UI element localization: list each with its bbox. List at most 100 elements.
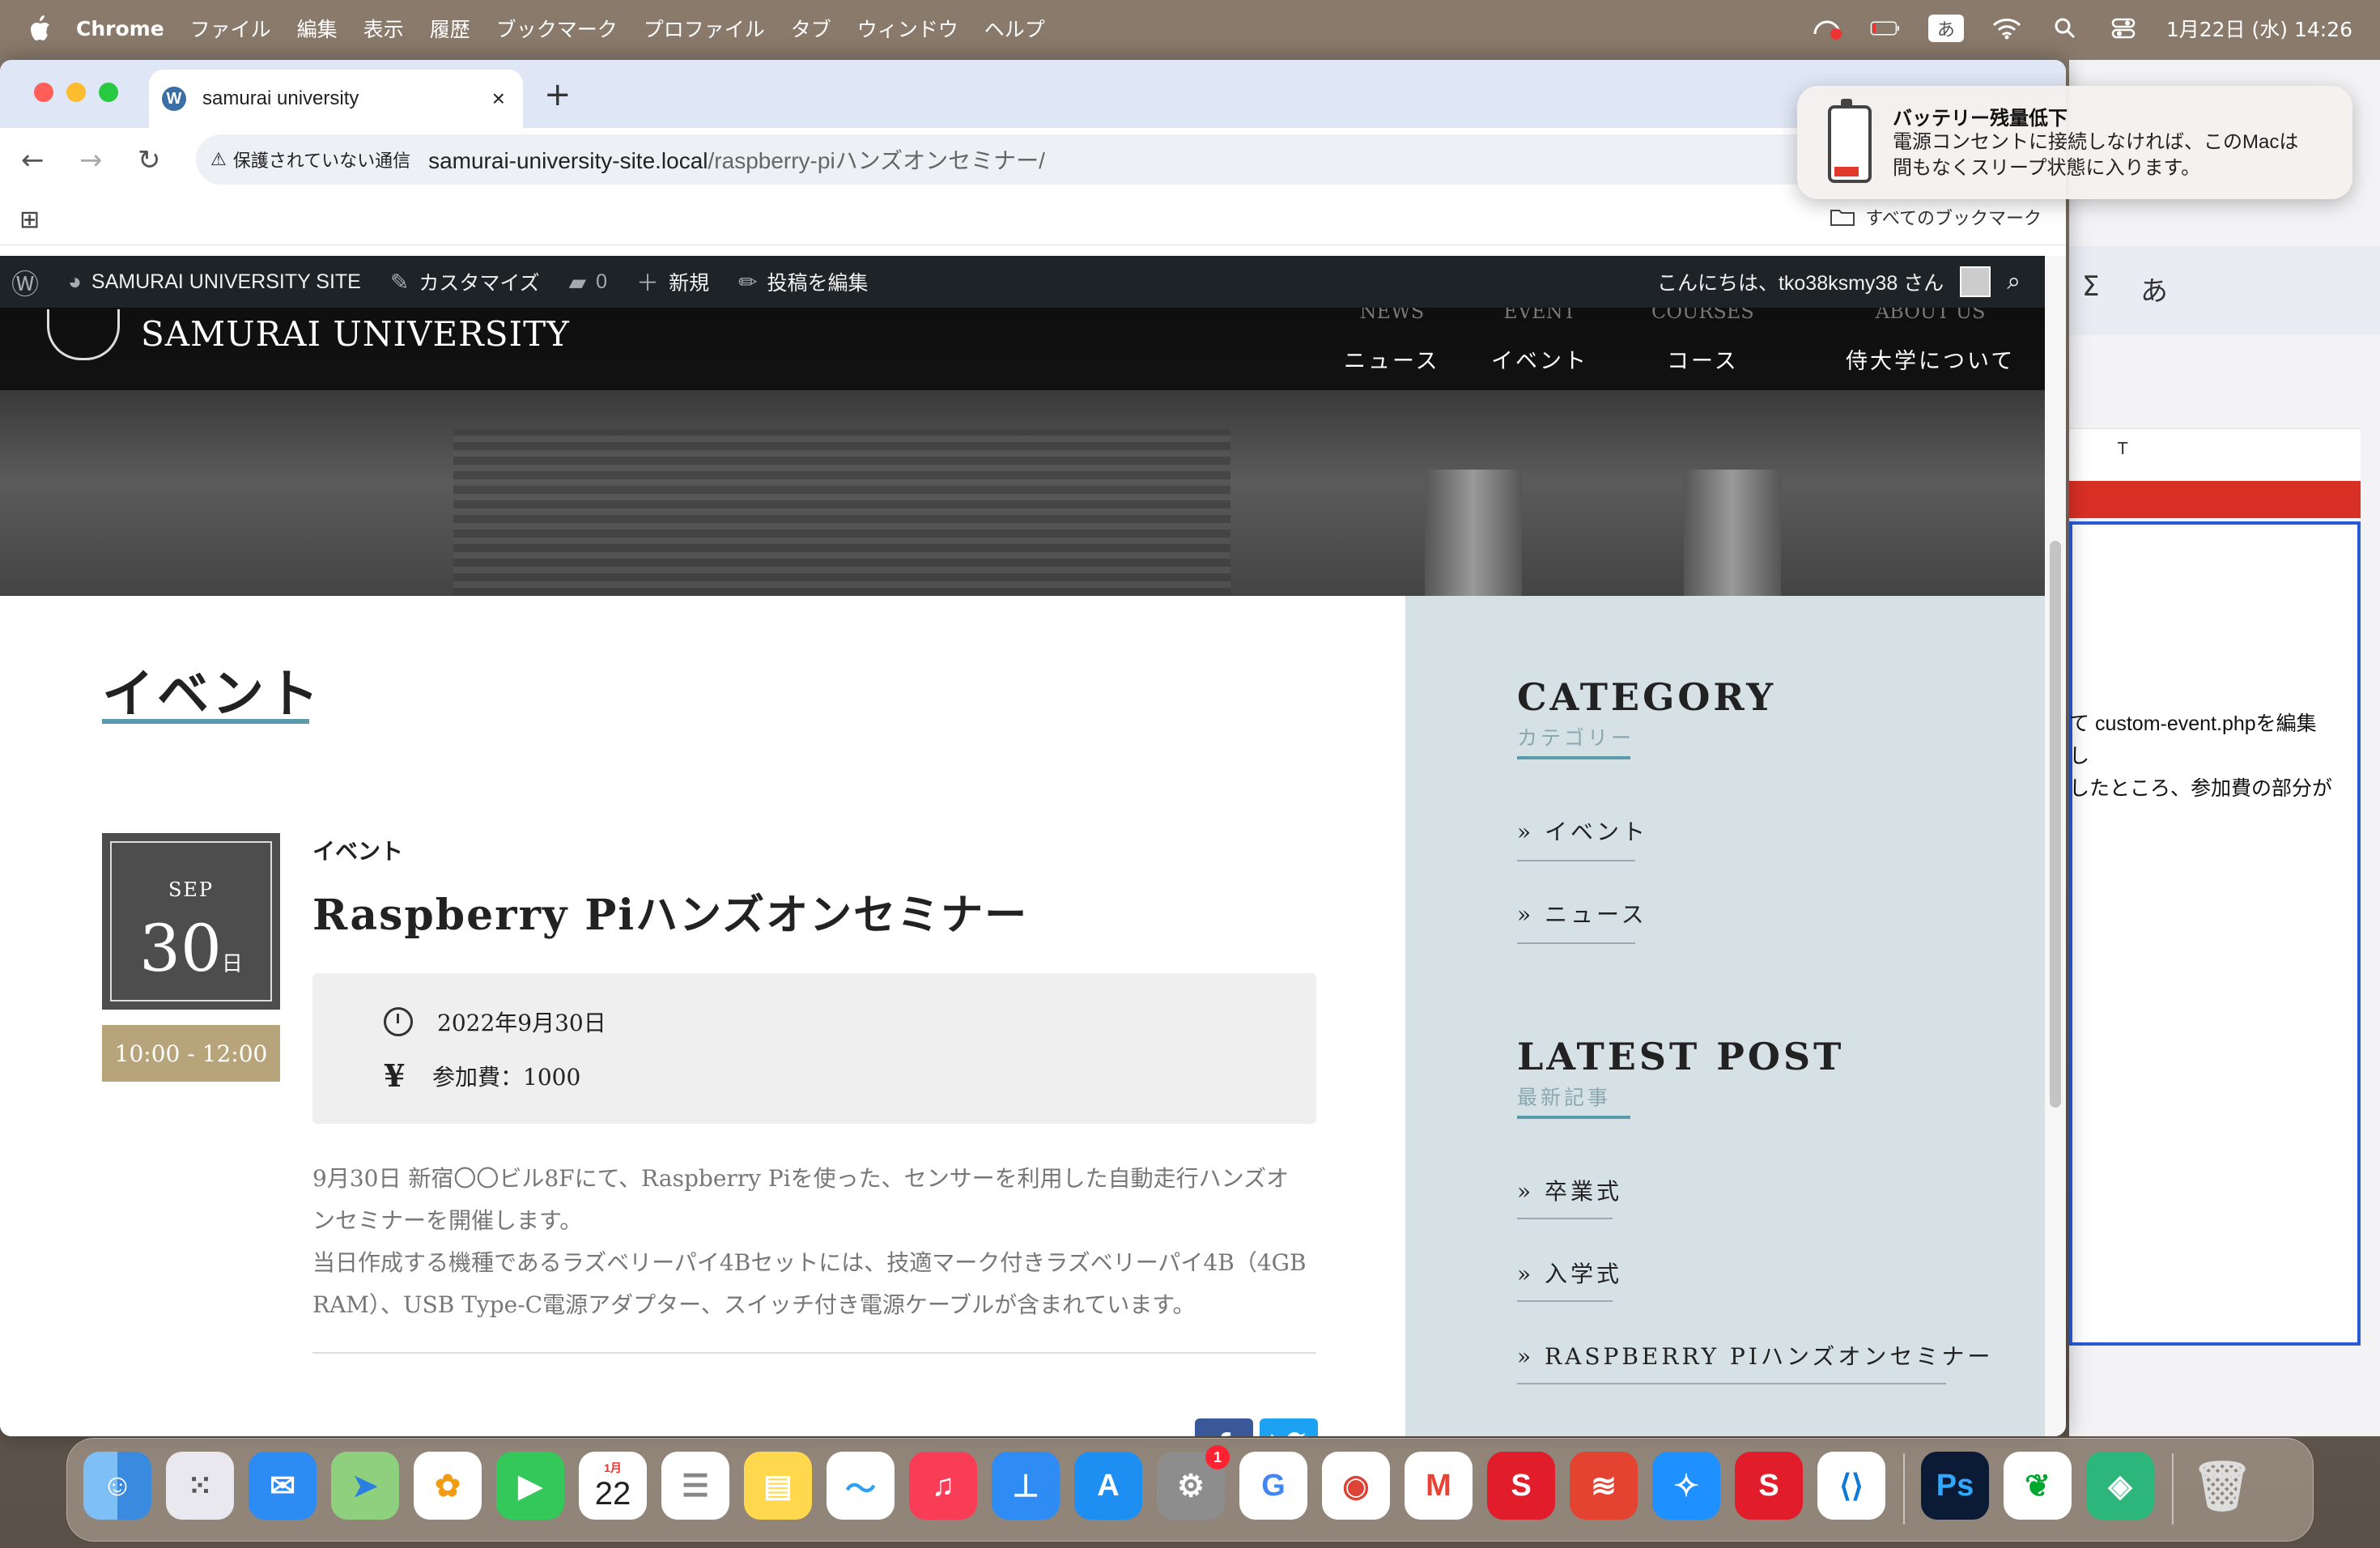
wp-customize[interactable]: ✎ カスタマイズ xyxy=(390,267,540,296)
selected-cell[interactable] xyxy=(2069,521,2361,1346)
app-icon[interactable]: ◈ xyxy=(2086,1452,2154,1520)
dock-divider xyxy=(1903,1453,1905,1525)
close-window-button[interactable] xyxy=(34,83,53,102)
event-category[interactable]: イベント xyxy=(312,834,403,866)
wp-comments[interactable]: ▰ 0 xyxy=(569,269,607,296)
wp-site-name[interactable]: ◕ SAMURAI UNIVERSITY SITE xyxy=(68,269,361,295)
category-link-event[interactable]: » イベント xyxy=(1517,814,1648,847)
sum-icon[interactable]: Σ xyxy=(2082,270,2099,303)
menu-clock[interactable]: 1月22日 (水) 14:26 xyxy=(2166,14,2352,43)
menu-app-name[interactable]: Chrome xyxy=(76,17,164,40)
page-scrollbar[interactable] xyxy=(2045,256,2066,1436)
page-viewport: Ⓦ ◕ SAMURAI UNIVERSITY SITE ✎ カスタマイズ ▰ 0 ＋新… xyxy=(0,256,2045,1436)
facebook-share-icon[interactable]: f xyxy=(1195,1418,1253,1436)
category-link-news[interactable]: » ニュース xyxy=(1517,897,1647,929)
wp-new[interactable]: ＋ 新規 xyxy=(636,266,709,298)
menu-help[interactable]: ヘルプ xyxy=(984,14,1045,43)
calendar-icon[interactable]: 1月 22 xyxy=(579,1452,647,1520)
wp-site-label: SAMURAI UNIVERSITY SITE xyxy=(91,270,361,293)
reload-button[interactable]: ↻ xyxy=(138,144,161,176)
app-icon[interactable]: S xyxy=(1735,1452,1803,1520)
address-bar[interactable]: ⚠ 保護されていない通信 samurai-university-site.loc… xyxy=(196,134,1823,185)
control-center-icon[interactable] xyxy=(2108,15,2139,41)
photos-icon[interactable]: ✿ xyxy=(414,1452,482,1520)
music-icon[interactable]: ♫ xyxy=(909,1452,977,1520)
forward-button[interactable]: → xyxy=(79,144,103,176)
nav-news[interactable]: NEWS ニュース xyxy=(1344,308,1440,375)
system-settings-icon[interactable]: ⚙ 1 xyxy=(1157,1445,1230,1520)
latest-post-link[interactable]: » RASPBERRY PIハンズオンセミナー xyxy=(1517,1339,1993,1372)
zoom-window-button[interactable] xyxy=(99,83,118,102)
menu-edit[interactable]: 編集 xyxy=(297,14,338,43)
wp-greeting[interactable]: こんにちは、tko38ksmy38 さん xyxy=(1657,267,1944,296)
item-divider xyxy=(1517,1218,1613,1219)
evernote-icon[interactable]: ❦ xyxy=(2004,1452,2072,1520)
menu-bookmarks[interactable]: ブックマーク xyxy=(496,14,618,43)
event-description: 9月30日 新宿〇〇ビル8Fにて、Raspberry Piを使った、センサーを利… xyxy=(312,1158,1316,1326)
column-header[interactable]: T xyxy=(2118,439,2127,458)
all-bookmarks-button[interactable]: すべてのブックマーク xyxy=(1830,204,2042,230)
safari-icon[interactable]: ✧ xyxy=(1652,1452,1720,1520)
google-icon[interactable]: G xyxy=(1239,1452,1307,1520)
nav-en: EVENT xyxy=(1503,308,1576,323)
minimize-window-button[interactable] xyxy=(66,83,86,102)
menu-window[interactable]: ウィンドウ xyxy=(857,14,958,43)
apple-icon[interactable] xyxy=(28,15,52,42)
notification-title: バッテリー残量低下 xyxy=(1893,108,2068,130)
new-tab-button[interactable]: + xyxy=(544,76,572,113)
facetime-icon[interactable]: ▶ xyxy=(496,1452,564,1520)
wp-edit-post[interactable]: ✏ 投稿を編集 xyxy=(738,267,868,296)
back-button[interactable]: ← xyxy=(21,144,45,176)
menu-history[interactable]: 履歴 xyxy=(430,14,470,43)
nav-courses[interactable]: COURSES コース xyxy=(1651,308,1754,375)
event-title: Raspberry Piハンズオンセミナー xyxy=(312,891,1029,940)
low-battery-notification[interactable]: バッテリー残量低下 電源コンセントに接続しなければ、このMacは 間もなくスリー… xyxy=(1797,86,2352,199)
twitter-share-icon[interactable] xyxy=(1260,1418,1318,1436)
avatar[interactable] xyxy=(1960,266,1991,297)
trash-icon[interactable]: 🗑 xyxy=(2188,1452,2256,1520)
wp-logo-icon[interactable]: Ⓦ xyxy=(11,262,39,302)
site-logo[interactable] xyxy=(47,309,120,360)
finder-icon[interactable]: ☺ xyxy=(83,1452,151,1520)
launchpad-icon[interactable]: ⁙ xyxy=(166,1452,234,1520)
maps-icon[interactable]: ➤ xyxy=(331,1452,399,1520)
chrome-icon[interactable]: ◉ xyxy=(1322,1452,1390,1520)
battery-icon[interactable] xyxy=(1870,15,1901,41)
url-text[interactable]: samurai-university-site.local/raspberry-… xyxy=(428,143,1045,176)
todoist-icon[interactable]: ≋ xyxy=(1570,1452,1638,1520)
title-underline xyxy=(102,719,309,724)
apps-grid-icon[interactable]: ⊞ xyxy=(19,206,40,234)
menu-view[interactable]: 表示 xyxy=(363,14,404,43)
ime-dropdown[interactable]: あ xyxy=(2140,269,2168,308)
keynote-icon[interactable]: ⊥ xyxy=(992,1452,1060,1520)
mail-icon[interactable]: ✉ xyxy=(249,1452,317,1520)
reminders-icon[interactable]: ☰ xyxy=(661,1452,729,1520)
scrollbar-thumb[interactable] xyxy=(2050,541,2061,1108)
ime-indicator[interactable]: あ xyxy=(1927,15,1964,42)
close-tab-icon[interactable]: × xyxy=(492,86,505,112)
freeform-icon[interactable]: 〜 xyxy=(827,1452,895,1520)
screen-record-icon[interactable] xyxy=(1812,15,1842,41)
signal-app-icon[interactable]: S xyxy=(1487,1452,1555,1520)
spreadsheet-toolbar: Σ あ xyxy=(2069,246,2380,335)
latest-post-link[interactable]: » 入学式 xyxy=(1517,1257,1622,1289)
warning-icon: ⚠ xyxy=(210,149,227,169)
notes-icon[interactable]: ▤ xyxy=(744,1452,812,1520)
tab-samurai-university[interactable]: W samurai university × xyxy=(149,70,523,128)
app-store-icon[interactable]: A xyxy=(1074,1452,1142,1520)
vscode-icon[interactable]: ⟨⟩ xyxy=(1817,1452,1885,1520)
gmail-icon[interactable]: M xyxy=(1405,1452,1473,1520)
menu-tab[interactable]: タブ xyxy=(791,14,831,43)
search-icon[interactable] xyxy=(2050,15,2080,41)
photoshop-icon[interactable]: Ps xyxy=(1921,1452,1989,1520)
security-indicator[interactable]: ⚠ 保護されていない通信 xyxy=(210,147,410,172)
nav-about[interactable]: ABOUT US 侍大学について xyxy=(1846,308,2015,375)
latest-post-link[interactable]: » 卒業式 xyxy=(1517,1174,1622,1206)
nav-event[interactable]: EVENT イベント xyxy=(1491,308,1588,375)
wp-search-icon[interactable]: ⌕ xyxy=(2007,268,2021,296)
wp-edit-post-label: 投稿を編集 xyxy=(767,272,869,295)
site-title[interactable]: SAMURAI UNIVERSITY xyxy=(141,314,570,354)
menu-profile[interactable]: プロファイル xyxy=(644,14,765,43)
menu-file[interactable]: ファイル xyxy=(190,14,271,43)
wifi-icon[interactable] xyxy=(1991,15,2022,41)
